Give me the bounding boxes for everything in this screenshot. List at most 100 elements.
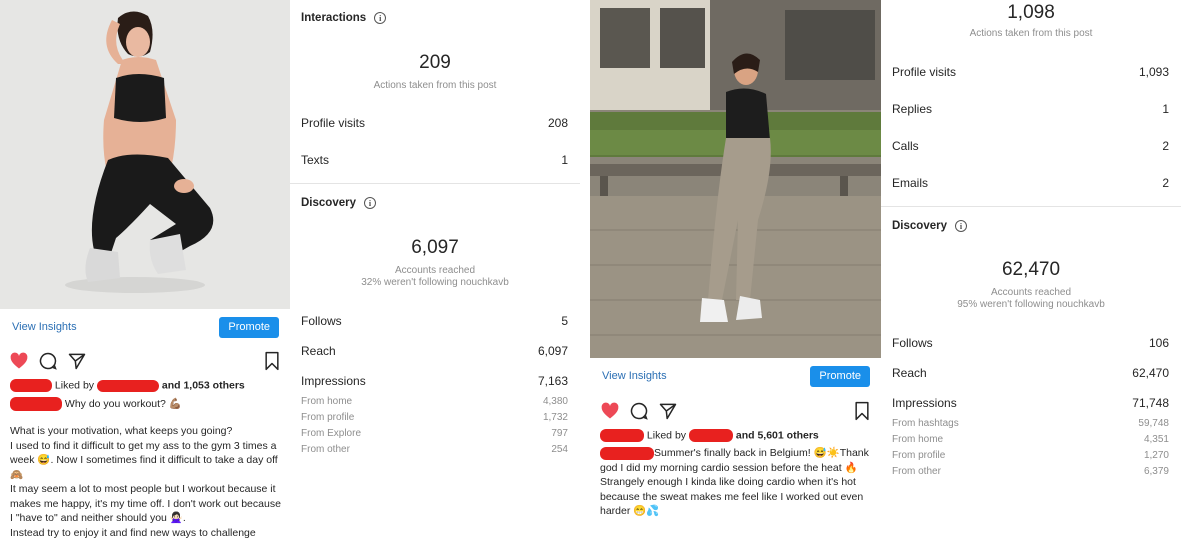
stat-label: From other	[301, 444, 350, 455]
bookmark-icon[interactable]	[262, 351, 282, 371]
stat-label: Profile visits	[301, 116, 366, 130]
info-icon[interactable]: i	[363, 197, 376, 209]
redaction-mark	[600, 429, 644, 442]
woman-crouching-image	[0, 0, 290, 309]
stat-value: 1,093	[1138, 65, 1169, 79]
interactions-title-text: Interactions	[301, 12, 367, 24]
stat-row-follows: Follows 5	[301, 314, 568, 328]
post-2-photo	[590, 0, 881, 358]
stat-value: 106	[1148, 336, 1169, 350]
stat-value: 797	[551, 428, 568, 439]
stat-value: 2	[1162, 139, 1169, 153]
stat-label: Emails	[892, 176, 929, 190]
likes-count[interactable]: and 5,601 others	[736, 429, 819, 441]
caption-first-line: Why do you workout? 💪🏽	[64, 398, 182, 410]
heart-icon[interactable]	[600, 401, 620, 421]
promote-button[interactable]: Promote	[219, 316, 279, 338]
share-icon[interactable]	[67, 351, 87, 371]
post-1-panel: View Insights Promote Liked by and 1,053…	[0, 0, 290, 545]
post-2-stats-panel: 1,098 Actions taken from this post Profi…	[881, 0, 1181, 545]
liked-by-label: Liked by	[54, 379, 95, 392]
stat-value: 62,470	[1132, 366, 1169, 380]
redaction-mark	[10, 379, 52, 392]
post-2-caption: Summer's finally back in Belgium! 😅☀️Tha…	[600, 446, 870, 519]
caption-first-line: Summer's finally back in Belgium! 😅☀️Tha…	[600, 446, 870, 475]
divider	[881, 206, 1181, 207]
interactions-subtitle: Actions taken from this post	[969, 28, 1093, 39]
stat-value: 254	[551, 444, 568, 455]
post-2-insights-bar: View Insights Promote	[590, 358, 881, 394]
post-1-stats-panel: Interactions i 209 Actions taken from th…	[290, 0, 580, 545]
bookmark-icon[interactable]	[852, 401, 872, 421]
stat-label: Follows	[892, 336, 933, 350]
impression-row-other: From other 6,379	[892, 466, 1169, 477]
heart-icon[interactable]	[9, 351, 29, 371]
stat-label: From profile	[301, 412, 355, 423]
stat-label: Replies	[892, 102, 933, 116]
post-1-caption-first-line: Why do you workout? 💪🏽	[10, 397, 182, 412]
accounts-reached-total: 62,470	[1001, 259, 1061, 280]
interactions-subtitle: Actions taken from this post	[373, 80, 497, 91]
stat-value: 4,380	[542, 396, 568, 407]
info-icon[interactable]: i	[954, 220, 967, 232]
caption-line: I used to find it difficult to get my as…	[10, 439, 278, 481]
comment-icon[interactable]	[629, 401, 649, 421]
liked-by-label: Liked by	[646, 429, 687, 442]
impression-row-profile: From profile 1,732	[301, 412, 568, 423]
stat-label: Reach	[892, 366, 927, 380]
impression-row-explore: From Explore 797	[301, 428, 568, 439]
caption-line: It may seem a lot to most people but I w…	[10, 483, 281, 524]
interactions-title: Interactions i	[301, 12, 387, 24]
info-icon[interactable]: i	[374, 12, 387, 24]
stat-label: Calls	[892, 139, 919, 153]
likes-count[interactable]: and 1,053 others	[162, 379, 245, 391]
discovery-title: Discovery i	[892, 220, 967, 232]
post-2-likes-line: Liked by and 5,601 others	[600, 429, 819, 442]
stat-label: From other	[892, 466, 941, 477]
stat-label: From profile	[892, 450, 946, 461]
stat-label: Follows	[301, 314, 342, 328]
view-insights-link[interactable]: View Insights	[12, 321, 77, 333]
stat-row-texts: Texts 1	[301, 153, 568, 167]
view-insights-link[interactable]: View Insights	[602, 370, 667, 382]
post-1-photo	[0, 0, 290, 309]
not-following-text: 95% weren't following nouchkavb	[957, 299, 1105, 310]
post-1-likes-line: Liked by and 1,053 others	[10, 379, 245, 392]
stat-label: From Explore	[301, 428, 362, 439]
post-1-action-row	[0, 347, 290, 373]
stat-row-emails: Emails 2	[892, 176, 1169, 190]
stat-value: 2	[1162, 176, 1169, 190]
post-2-panel: View Insights Promote Liked by and 5,601…	[590, 0, 881, 545]
post-1-caption: What is your motivation, what keeps you …	[10, 424, 285, 540]
comment-icon[interactable]	[38, 351, 58, 371]
stat-label: Impressions	[301, 374, 366, 388]
stat-row-replies: Replies 1	[892, 102, 1169, 116]
impression-row-home: From home 4,351	[892, 434, 1169, 445]
redaction-mark	[10, 397, 62, 412]
redaction-mark	[600, 446, 654, 460]
stat-value: 208	[547, 116, 568, 130]
not-following-text: 32% weren't following nouchkavb	[361, 277, 509, 288]
share-icon[interactable]	[658, 401, 678, 421]
stat-value: 1	[561, 153, 568, 167]
stat-row-profile-visits: Profile visits 208	[301, 116, 568, 130]
stat-value: 1	[1162, 102, 1169, 116]
divider	[290, 183, 580, 184]
stat-row-reach: Reach 62,470	[892, 366, 1169, 380]
promote-button[interactable]: Promote	[810, 365, 870, 387]
impression-row-home: From home 4,380	[301, 396, 568, 407]
caption-line: Instead try to enjoy it and find new way…	[10, 526, 256, 539]
post-2-action-row	[590, 397, 881, 423]
post-1-insights-bar: View Insights Promote	[0, 309, 290, 345]
caption-line: Strangely enough I kinda like doing card…	[600, 476, 864, 517]
discovery-title-text: Discovery	[301, 197, 356, 209]
stat-value: 6,379	[1143, 466, 1169, 477]
stat-row-follows: Follows 106	[892, 336, 1169, 350]
discovery-title: Discovery i	[301, 197, 376, 209]
redaction-mark	[688, 429, 733, 442]
stat-label: Texts	[301, 153, 330, 167]
stat-row-impressions: Impressions 7,163	[301, 374, 568, 388]
redaction-mark	[96, 379, 159, 392]
stat-label: From home	[892, 434, 944, 445]
impression-row-profile: From profile 1,270	[892, 450, 1169, 461]
